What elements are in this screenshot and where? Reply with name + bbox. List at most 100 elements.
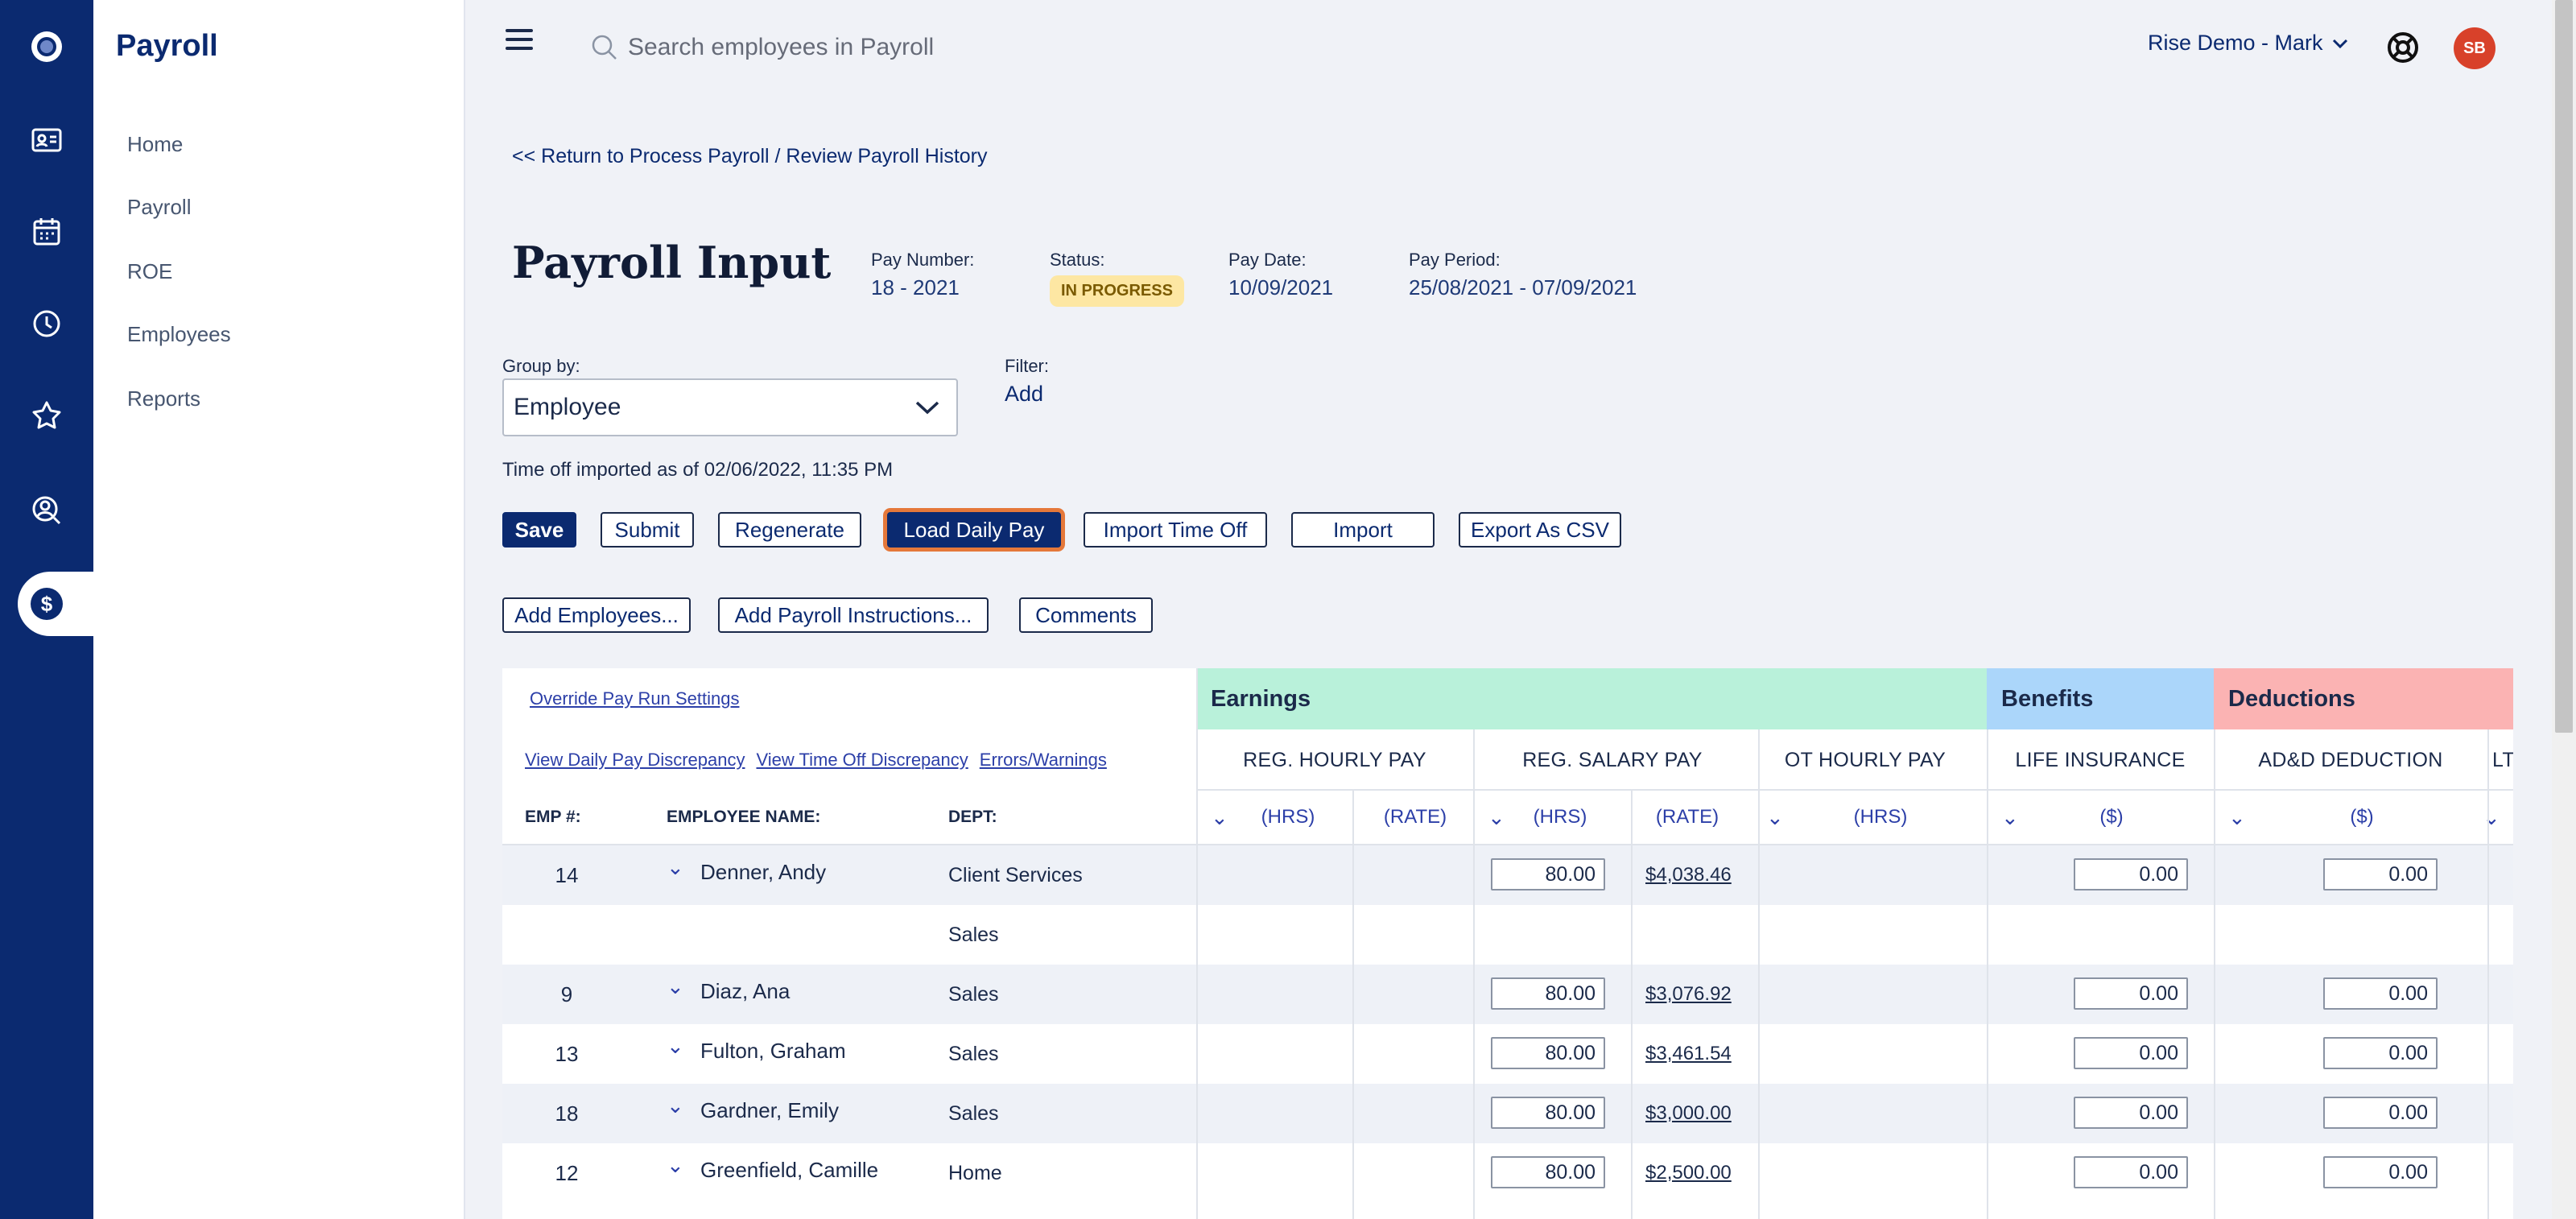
add-deduction-input[interactable]: 0.00 <box>2323 977 2438 1010</box>
life-insurance-input[interactable]: 0.00 <box>2074 977 2188 1010</box>
add-deduction-input[interactable]: 0.00 <box>2323 1097 2438 1129</box>
employee-name: Greenfield, Camille <box>700 1157 879 1182</box>
life-insurance-input[interactable]: 0.00 <box>2074 1156 2188 1188</box>
logo-icon[interactable] <box>0 14 93 79</box>
col-lt: LT <box>2492 748 2513 771</box>
id-card-icon[interactable] <box>0 108 93 172</box>
salary-amount: $2,500.00 <box>1645 1162 1732 1184</box>
payroll-rail-item[interactable]: $ <box>18 572 93 636</box>
life-insurance-input[interactable]: 0.00 <box>2074 1037 2188 1069</box>
chevron-down-icon[interactable]: ⌄ <box>667 1016 684 1076</box>
calendar-icon[interactable] <box>0 200 93 264</box>
search-input[interactable] <box>628 34 1111 61</box>
scrollbar-thumb[interactable] <box>2555 0 2573 733</box>
save-button[interactable]: Save <box>502 512 576 548</box>
help-icon[interactable] <box>2386 31 2420 64</box>
menu-icon[interactable] <box>506 29 533 50</box>
salary-hours-input[interactable]: 80.00 <box>1491 858 1605 890</box>
add-deduction-input[interactable]: 0.00 <box>2323 858 2438 890</box>
salary-hours-input[interactable]: 80.00 <box>1491 1037 1605 1069</box>
comments-button[interactable]: Comments <box>1019 597 1153 633</box>
add-deduction-input[interactable]: 0.00 <box>2323 1037 2438 1069</box>
pay-period-label: Pay Period: <box>1409 250 1501 270</box>
override-pay-run-link[interactable]: Override Pay Run Settings <box>530 688 739 709</box>
pay-number: Pay Number: 18 - 2021 <box>871 250 974 300</box>
col-reg-salary: REG. SALARY PAY <box>1522 748 1703 771</box>
star-icon[interactable] <box>0 383 93 448</box>
load-daily-pay-button[interactable]: Load Daily Pay <box>887 512 1061 548</box>
import-button[interactable]: Import <box>1291 512 1435 548</box>
add-deduction-input[interactable]: 0.00 <box>2323 1156 2438 1188</box>
avatar[interactable]: SB <box>2454 27 2496 69</box>
salary-amount-link[interactable]: $3,000.00 <box>1645 1084 1732 1143</box>
earnings-group: Earnings <box>1196 668 1987 729</box>
page-scrollbar[interactable] <box>2552 0 2576 1219</box>
col-reg-hourly: REG. HOURLY PAY <box>1243 748 1426 771</box>
col-employee-name: EMPLOYEE NAME: <box>667 808 821 826</box>
import-time-off-button[interactable]: Import Time Off <box>1084 512 1267 548</box>
col-ot-hourly: OT HOURLY PAY <box>1784 748 1946 771</box>
clock-icon[interactable] <box>0 291 93 356</box>
col-life-insurance: LIFE INSURANCE <box>2015 748 2186 771</box>
emp-number: 9 <box>560 981 573 1006</box>
emp-number: 18 <box>555 1101 579 1126</box>
status-badge: IN PROGRESS <box>1050 275 1184 307</box>
divider <box>1631 791 1633 1219</box>
nav-item-home[interactable]: Home <box>127 132 183 157</box>
status-label: Status: <box>1050 250 1105 270</box>
pay-period-value: 25/08/2021 - 07/09/2021 <box>1409 275 1637 300</box>
pay-date-label: Pay Date: <box>1228 250 1307 270</box>
pay-number-label: Pay Number: <box>871 250 975 270</box>
sub-dollar: ($) <box>2350 806 2374 828</box>
chevron-down-icon[interactable]: ⌄ <box>667 957 684 1016</box>
filter-add-link[interactable]: Add <box>1005 382 1043 407</box>
divider <box>1352 791 1354 1219</box>
nav-item-roe[interactable]: ROE <box>127 259 172 284</box>
group-by-select[interactable]: Employee <box>502 378 958 436</box>
user-search-icon[interactable] <box>0 478 93 543</box>
group-by-label: Group by: <box>502 356 580 376</box>
salary-amount-link[interactable]: $3,076.92 <box>1645 965 1732 1024</box>
salary-amount-link[interactable]: $2,500.00 <box>1645 1143 1732 1203</box>
salary-hours-input[interactable]: 80.00 <box>1491 1097 1605 1129</box>
view-time-off-link[interactable]: View Time Off Discrepancy <box>756 750 968 771</box>
life-insurance-input[interactable]: 0.00 <box>2074 1097 2188 1129</box>
chevron-down-icon[interactable]: ⌄ <box>667 1135 684 1195</box>
back-link[interactable]: << Return to Process Payroll / Review Pa… <box>512 145 988 168</box>
nav-item-reports[interactable]: Reports <box>127 386 200 411</box>
pay-period: Pay Period: 25/08/2021 - 07/09/2021 <box>1409 250 1637 300</box>
salary-amount-link[interactable]: $4,038.46 <box>1645 845 1732 905</box>
export-csv-button[interactable]: Export As CSV <box>1459 512 1621 548</box>
divider <box>1987 729 1988 1219</box>
filter-label: Filter: <box>1005 356 1049 376</box>
salary-amount-link[interactable]: $3,461.54 <box>1645 1024 1732 1084</box>
emp-number: 13 <box>555 1041 579 1066</box>
emp-number: 12 <box>555 1160 579 1185</box>
life-insurance-input[interactable]: 0.00 <box>2074 858 2188 890</box>
side-nav: Payroll Home Payroll ROE Employees Repor… <box>93 0 465 1219</box>
dept: Client Services <box>948 863 1083 886</box>
divider <box>1196 789 2513 791</box>
add-employees-button[interactable]: Add Employees... <box>502 597 691 633</box>
divider <box>1473 729 1475 1219</box>
nav-item-payroll[interactable]: Payroll <box>127 195 191 220</box>
chevron-down-icon[interactable]: ⌄ <box>667 1076 684 1135</box>
sub-dollar: ($) <box>2099 806 2124 828</box>
search-bar[interactable] <box>591 29 1154 66</box>
divider <box>2487 729 2489 1219</box>
regenerate-button[interactable]: Regenerate <box>718 512 861 548</box>
salary-hours-input[interactable]: 80.00 <box>1491 977 1605 1010</box>
errors-warnings-link[interactable]: Errors/Warnings <box>980 750 1107 771</box>
salary-hours-input[interactable]: 80.00 <box>1491 1156 1605 1188</box>
status: Status: IN PROGRESS <box>1050 250 1184 307</box>
view-daily-pay-link[interactable]: View Daily Pay Discrepancy <box>525 750 745 771</box>
add-payroll-instructions-button[interactable]: Add Payroll Instructions... <box>718 597 989 633</box>
account-menu[interactable]: Rise Demo - Mark <box>2148 31 2349 56</box>
nav-item-employees[interactable]: Employees <box>127 322 231 347</box>
chevron-down-icon[interactable]: ⌄ <box>2483 791 2500 844</box>
chevron-down-icon[interactable]: ⌄ <box>667 837 684 897</box>
submit-button[interactable]: Submit <box>601 512 694 548</box>
sub-hrs: (HRS) <box>1261 806 1315 828</box>
col-dept: DEPT: <box>948 808 997 826</box>
discrepancy-links: View Daily Pay Discrepancy View Time Off… <box>525 744 1107 776</box>
